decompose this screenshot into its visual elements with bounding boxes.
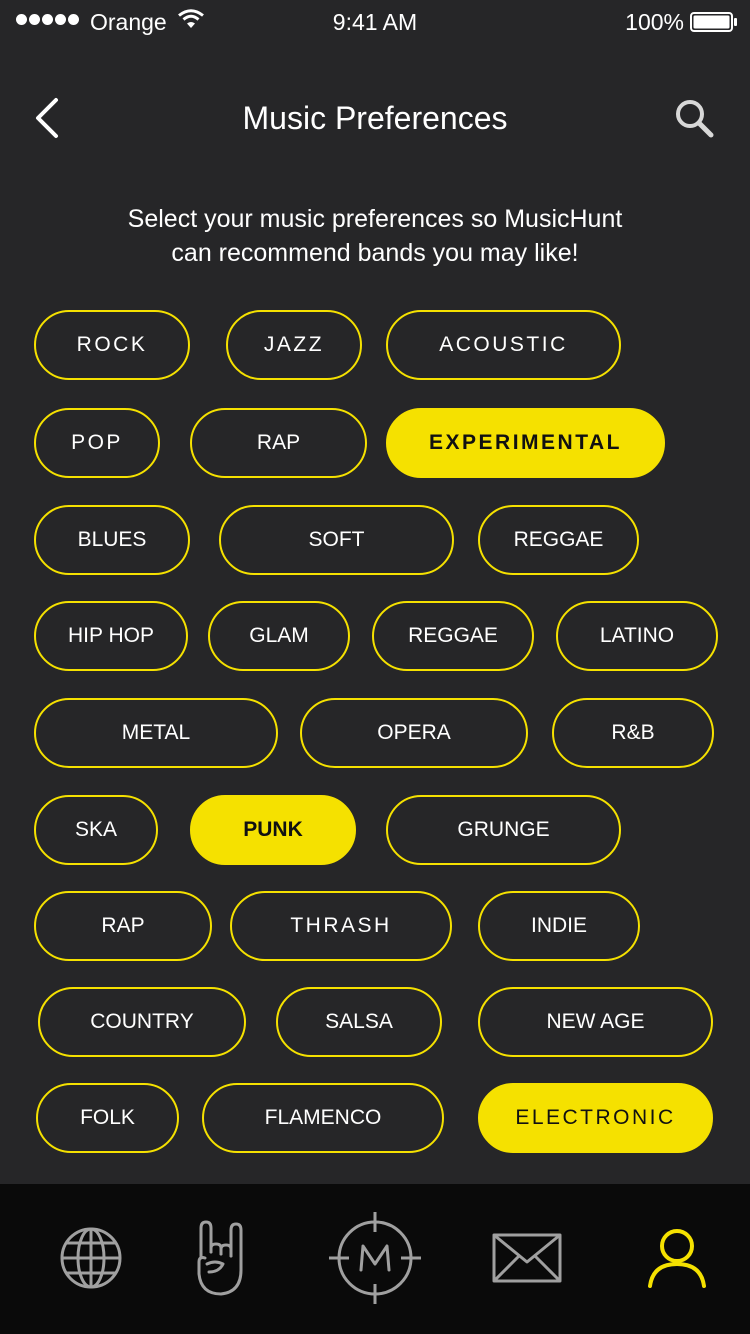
genre-chip-rnb[interactable]: R&B bbox=[552, 698, 714, 768]
genre-chip-reggae-2[interactable]: REGGAE bbox=[372, 601, 534, 671]
tab-bands[interactable] bbox=[164, 1208, 274, 1308]
genre-chip-pop[interactable]: POP bbox=[34, 408, 160, 478]
search-icon bbox=[676, 100, 714, 138]
genre-chip-new-age[interactable]: NEW AGE bbox=[478, 987, 713, 1057]
genre-chip-grunge[interactable]: GRUNGE bbox=[386, 795, 621, 865]
genre-chip-punk[interactable]: PUNK bbox=[190, 795, 356, 865]
battery-icon bbox=[690, 12, 737, 32]
genre-chip-salsa[interactable]: SALSA bbox=[276, 987, 442, 1057]
genre-chip-rock[interactable]: ROCK bbox=[34, 310, 190, 380]
search-button[interactable] bbox=[672, 96, 718, 142]
genre-chip-indie[interactable]: INDIE bbox=[478, 891, 640, 961]
genre-chip-electronic[interactable]: ELECTRONIC bbox=[478, 1083, 713, 1153]
envelope-icon bbox=[492, 1233, 562, 1283]
genre-chip-reggae[interactable]: REGGAE bbox=[478, 505, 639, 575]
tab-messages[interactable] bbox=[472, 1208, 582, 1308]
navigation-bar: Music Preferences bbox=[0, 80, 750, 160]
rock-hand-icon bbox=[197, 1220, 243, 1296]
battery-percentage: 100% bbox=[625, 9, 684, 35]
intro-text: Select your music preferences so MusicHu… bbox=[60, 202, 690, 270]
genre-chip-latino[interactable]: LATINO bbox=[556, 601, 718, 671]
genre-chip-hip-hop[interactable]: HIP HOP bbox=[34, 601, 188, 671]
music-preferences-screen: Orange 9:41 AM 100% Music Preferences Se… bbox=[0, 0, 750, 1184]
genre-chip-flamenco[interactable]: FLAMENCO bbox=[202, 1083, 444, 1153]
genre-chip-thrash[interactable]: THRASH bbox=[230, 891, 452, 961]
genre-chip-rap-2[interactable]: RAP bbox=[34, 891, 212, 961]
user-icon bbox=[648, 1229, 706, 1288]
tab-bar bbox=[0, 1184, 750, 1334]
genre-chip-jazz[interactable]: JAZZ bbox=[226, 310, 362, 380]
genre-chip-soft[interactable]: SOFT bbox=[219, 505, 454, 575]
genre-chip-country[interactable]: COUNTRY bbox=[38, 987, 246, 1057]
genre-chip-ska[interactable]: SKA bbox=[34, 795, 158, 865]
genre-chip-rap[interactable]: RAP bbox=[190, 408, 367, 478]
musichunt-target-icon bbox=[329, 1212, 421, 1304]
genre-chip-metal[interactable]: METAL bbox=[34, 698, 278, 768]
intro-line-1: Select your music preferences so MusicHu… bbox=[127, 205, 623, 233]
tab-profile[interactable] bbox=[622, 1208, 732, 1308]
genre-chip-experimental[interactable]: EXPERIMENTAL bbox=[386, 408, 665, 478]
genre-chip-acoustic[interactable]: ACOUSTIC bbox=[386, 310, 621, 380]
globe-icon bbox=[60, 1227, 122, 1289]
tab-explore[interactable] bbox=[36, 1208, 146, 1308]
intro-line-2: can recommend bands you may like! bbox=[171, 239, 579, 267]
page-title: Music Preferences bbox=[242, 100, 508, 136]
genre-chip-folk[interactable]: FOLK bbox=[36, 1083, 179, 1153]
tab-musichunt[interactable] bbox=[320, 1208, 430, 1308]
genre-chip-glam[interactable]: GLAM bbox=[208, 601, 350, 671]
genre-chip-blues[interactable]: BLUES bbox=[34, 505, 190, 575]
genre-chip-opera[interactable]: OPERA bbox=[300, 698, 528, 768]
status-bar: Orange 9:41 AM 100% bbox=[0, 0, 750, 44]
